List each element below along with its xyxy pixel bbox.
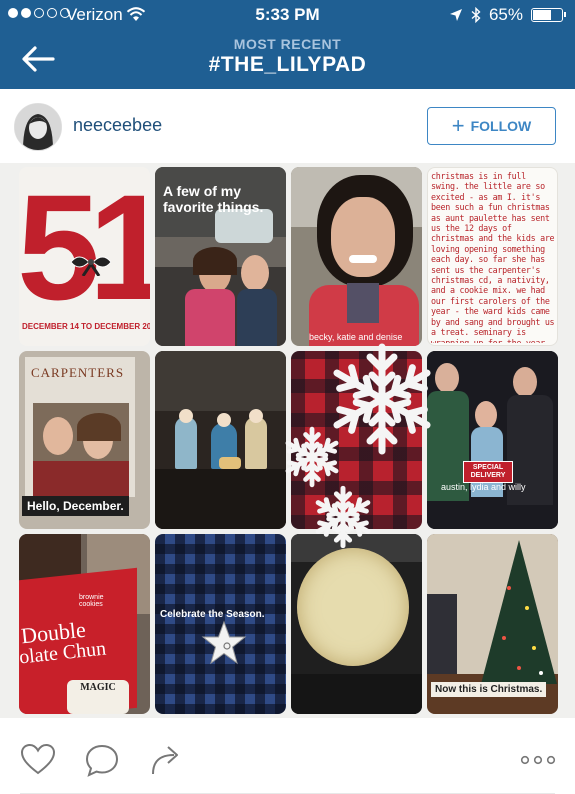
bluetooth-icon	[471, 7, 481, 23]
magic-tag: MAGIC	[80, 682, 116, 693]
collage-tile-pot	[291, 534, 422, 714]
special-delivery-badge: SPECIAL DELIVERY	[463, 461, 513, 483]
snowflake-decoration-small	[311, 485, 375, 549]
battery-icon	[531, 8, 566, 22]
collage-tile-cookie-package: brownie cookies Double olate Chun MAGIC	[19, 534, 150, 714]
follow-label: FOLLOW	[470, 118, 532, 134]
star-ornament-icon	[201, 620, 247, 665]
collage-tile-journal: christmas is in full swing. the little a…	[427, 167, 558, 346]
collage-tile-siblings: SPECIAL DELIVERY austin, lydia and willy	[427, 351, 558, 529]
avatar[interactable]	[14, 103, 62, 151]
tile-caption: Hello, December.	[22, 496, 129, 516]
post-header: neeceebee + FOLLOW	[0, 89, 575, 164]
collage-tile-nativity	[155, 351, 286, 529]
collage-tile-selfie: becky, katie and denise	[291, 167, 422, 346]
heart-icon[interactable]	[20, 743, 56, 775]
location-arrow-icon	[449, 9, 462, 21]
post-actions	[0, 718, 575, 794]
page-title: #THE_LILYPAD	[208, 53, 367, 76]
plus-icon: +	[451, 113, 465, 138]
package-small-text: brownie cookies	[79, 594, 104, 608]
follow-button[interactable]: + FOLLOW	[427, 107, 556, 145]
tile-caption: Now this is Christmas.	[431, 682, 547, 697]
share-arrow-icon[interactable]	[150, 742, 182, 776]
collage-tile-christmas-tree: Now this is Christmas.	[427, 534, 558, 714]
nav-subtitle: MOST RECENT	[233, 36, 342, 52]
bow-decoration	[71, 256, 111, 276]
collage-tile-kids-photo: A few of my favorite things.	[155, 167, 286, 346]
tile-caption: Celebrate the Season.	[160, 609, 265, 620]
collage-tile-week-number: 51 DECEMBER 14 TO DECEMBER 20	[19, 167, 150, 346]
photo-caption: austin, lydia and willy	[441, 482, 526, 492]
journal-text: christmas is in full swing. the little a…	[431, 171, 555, 343]
date-range: DECEMBER 14 TO DECEMBER 20	[22, 322, 150, 331]
nav-header: Verizon 5:33 PM 65% MOST RECENT #THE_LIL…	[0, 0, 575, 89]
status-bar: Verizon 5:33 PM 65%	[0, 0, 575, 30]
battery-percent: 65%	[488, 5, 523, 24]
album-title: CARPENTERS	[31, 365, 125, 380]
collage-tile-buffalo-check: Celebrate the Season.	[155, 534, 286, 714]
snowflake-decoration-medium	[281, 426, 343, 488]
more-dots-icon[interactable]	[520, 755, 556, 765]
username[interactable]: neeceebee	[73, 115, 162, 136]
comment-icon[interactable]	[84, 743, 120, 777]
post-image[interactable]: 51 DECEMBER 14 TO DECEMBER 20 A few of m…	[0, 163, 575, 718]
christmas-tree	[481, 540, 557, 684]
tile-title: A few of my favorite things.	[163, 183, 264, 215]
collage-tile-carpenters: CARPENTERS Hello, December.	[19, 351, 150, 529]
